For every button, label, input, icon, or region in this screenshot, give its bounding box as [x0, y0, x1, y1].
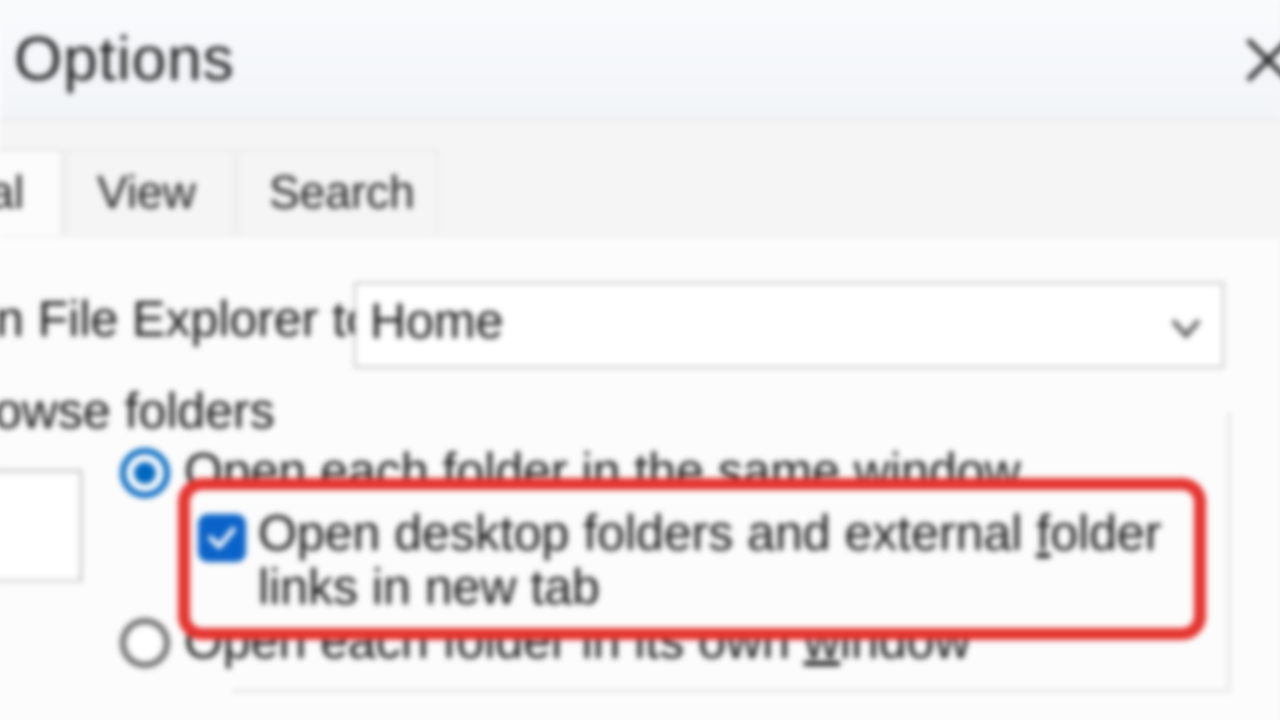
- close-icon[interactable]: [1238, 30, 1280, 90]
- group-browse-folders-label: owse folders: [0, 382, 275, 440]
- tab-view[interactable]: View: [66, 150, 234, 234]
- radio-same-window[interactable]: [120, 448, 170, 498]
- folder-thumbnail: [0, 470, 82, 582]
- tab-search[interactable]: Search: [238, 150, 438, 234]
- open-explorer-select[interactable]: Home: [354, 282, 1224, 368]
- chevron-down-icon: [1164, 306, 1208, 350]
- open-explorer-select-value: Home: [370, 292, 503, 350]
- open-explorer-label: n File Explorer to:: [0, 290, 388, 348]
- checkbox-open-in-new-tab-label[interactable]: Open desktop folders and external folder…: [258, 506, 1178, 614]
- radio-dot-icon: [134, 462, 156, 484]
- window-title: Options: [14, 24, 235, 95]
- title-bar: Options: [0, 0, 1280, 120]
- checkbox-open-in-new-tab[interactable]: [198, 514, 246, 562]
- radio-own-window[interactable]: [120, 618, 170, 668]
- text: Open desktop folders and external: [258, 505, 1036, 561]
- accelerator: f: [1036, 505, 1050, 561]
- tab-general[interactable]: ral: [0, 150, 62, 234]
- tab-strip: ral View Search: [0, 150, 1280, 242]
